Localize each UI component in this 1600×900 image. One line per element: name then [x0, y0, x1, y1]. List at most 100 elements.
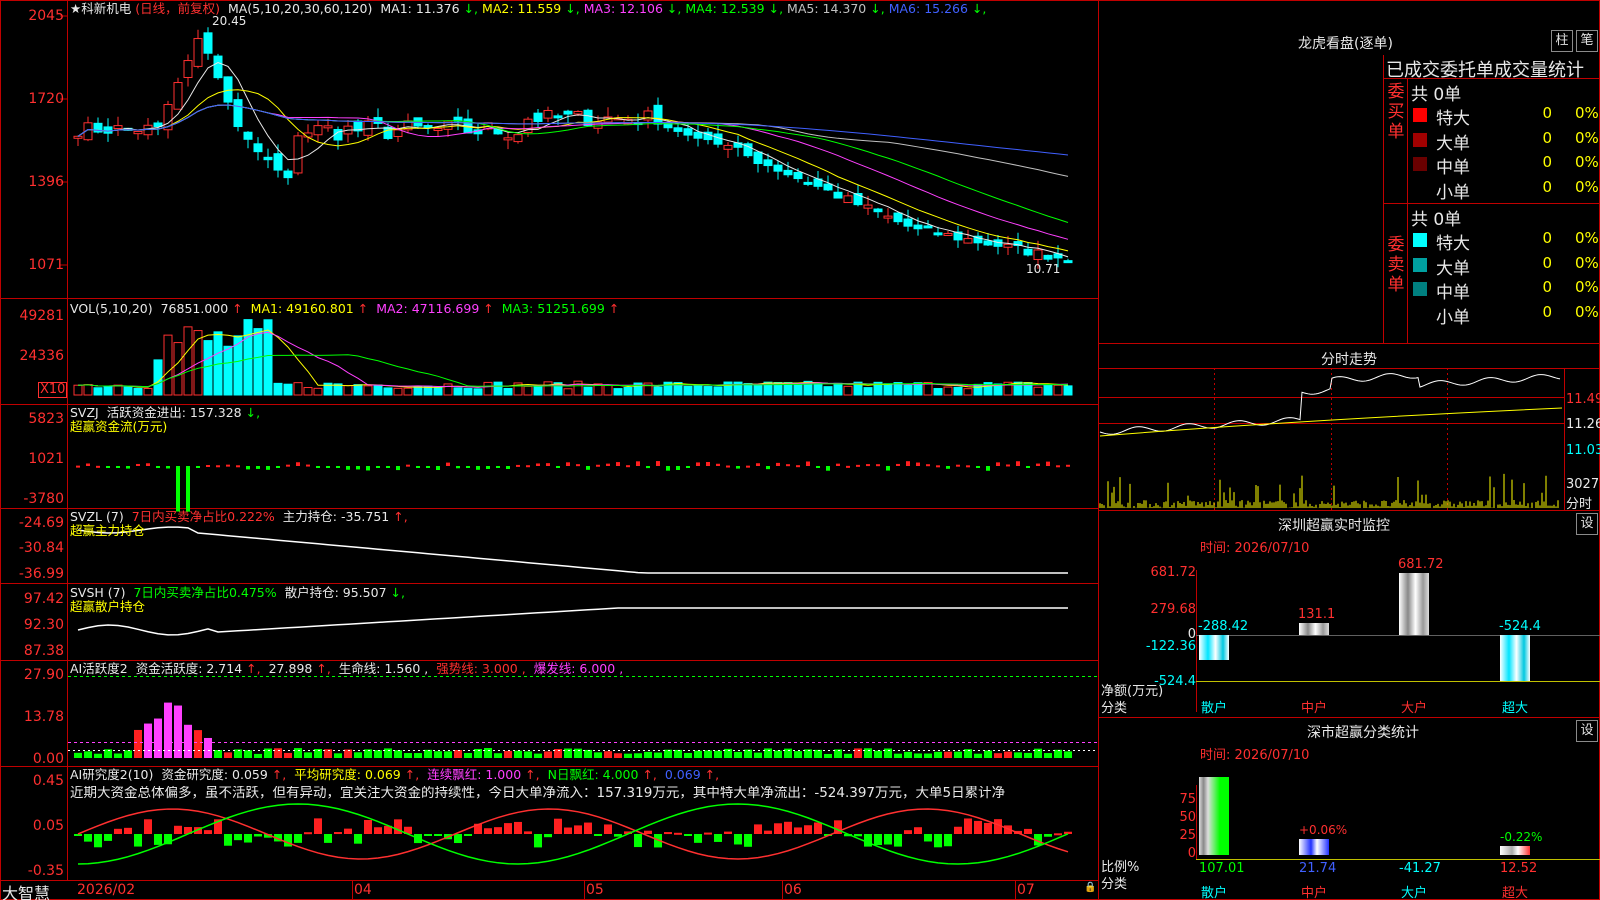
svzj-bar: [416, 466, 420, 468]
ai1-axis-2: 13.78: [23, 709, 64, 725]
svsh-prefix: SVSH (7): [70, 585, 126, 600]
ai2-bar: [814, 822, 822, 834]
svzj-bar: [96, 465, 100, 468]
ai1-bar: [164, 702, 172, 758]
vol-bar: [163, 334, 173, 396]
svzj-bar: [686, 466, 690, 468]
ai2-bar: [104, 834, 112, 841]
sell-side-label: 委卖单: [1387, 235, 1405, 295]
stock-name[interactable]: ★科新机电: [70, 1, 131, 16]
svzj-bar: [826, 466, 830, 471]
svzj-bar: [746, 465, 750, 468]
monitor-bar-label: 131.1: [1298, 607, 1336, 623]
ai1-bar: [414, 753, 422, 758]
monitor-bar-3[interactable]: [1399, 573, 1429, 635]
ai2-bar: [724, 831, 732, 834]
monitor-axis-2: 279.68: [1150, 602, 1197, 617]
classify-bar-2[interactable]: [1299, 839, 1329, 855]
ai1-bar: [774, 750, 782, 758]
vol-bar: [843, 385, 853, 396]
tick-mode-button[interactable]: 笔: [1576, 30, 1598, 52]
svzj-bar: [386, 466, 390, 468]
vol-unit-box[interactable]: X10: [38, 382, 68, 398]
ai1-bar: [634, 753, 642, 758]
classify-pct: -0.22%: [1500, 829, 1543, 844]
classify-bar-1[interactable]: [1199, 777, 1229, 855]
candle-body: [113, 125, 123, 130]
classify-bar-4[interactable]: [1500, 845, 1530, 855]
ai2-bar: [764, 830, 772, 834]
ai2-bar: [94, 834, 102, 848]
svzj-bar: [1006, 464, 1010, 467]
monitor-bar-4[interactable]: [1500, 635, 1530, 681]
ai1-bar: [124, 750, 132, 758]
vol-bar: [573, 380, 583, 396]
ai1-bar: [214, 750, 222, 758]
vol-bar: [813, 383, 823, 396]
monitor-bar-2[interactable]: [1299, 623, 1329, 635]
monitor-settings-button[interactable]: 设: [1576, 513, 1598, 535]
lhb-swatch: [1413, 108, 1427, 122]
candle-body: [923, 225, 933, 229]
svzj-bar: [1066, 464, 1070, 467]
chart-canvas[interactable]: [0, 0, 1600, 900]
lhb-row-pct: 0%: [1575, 278, 1599, 296]
vol-bar: [293, 382, 303, 396]
lhb-row-value: 0: [1542, 177, 1552, 196]
monitor-bar-1[interactable]: [1199, 635, 1229, 661]
candle-body: [693, 131, 703, 139]
lhb-row-pct: 0%: [1575, 128, 1599, 147]
ai2-axis-3: -0.35: [27, 863, 64, 879]
ai1-bar: [974, 753, 982, 758]
ai1-bar: [794, 751, 802, 758]
lhb-row-label: 中单: [1436, 283, 1470, 303]
svzj-bar: [666, 466, 670, 471]
vol-bar: [363, 385, 373, 396]
svzj-bar: [1046, 461, 1050, 466]
ai1-bar: [904, 751, 912, 758]
lhb-row-pct: 0%: [1575, 104, 1599, 122]
candle-body: [793, 171, 803, 180]
low-price-marker: 10.71: [1026, 262, 1061, 276]
svzj-bar: [566, 462, 570, 466]
bar-mode-button[interactable]: 柱: [1551, 30, 1573, 52]
ai1-bar: [644, 751, 652, 758]
ai2-bar: [594, 834, 602, 836]
ai2-bar: [804, 825, 812, 834]
vol-ma3: MA3: 51251.699: [501, 301, 605, 316]
ai1-bar: [284, 752, 292, 758]
candle-body: [933, 232, 943, 236]
lock-icon[interactable]: 🔒: [1084, 882, 1096, 893]
ai1-bar: [864, 748, 872, 758]
ai2-bar: [114, 828, 122, 834]
intraday-vol: 3027: [1566, 477, 1600, 492]
ai1-bar: [144, 723, 152, 758]
app-logo[interactable]: 大智慧: [2, 880, 50, 900]
svzj-bar: [726, 465, 730, 468]
ai1-bar: [704, 750, 712, 758]
vol-header: VOL(5,10,20) 76851.000 ↑ MA1: 49160.801 ↑ …: [70, 301, 620, 316]
vol-bar: [343, 385, 353, 396]
vol-bar: [653, 386, 663, 396]
ai1-bar: [584, 749, 592, 758]
period-label[interactable]: (日线，前复权): [135, 1, 220, 16]
monitor-cat: 大户: [1401, 701, 1428, 716]
ai2-bar: [554, 818, 562, 834]
ai1-bar: [1014, 752, 1022, 758]
svzj-bar: [186, 466, 190, 512]
ma-item-2: MA2: 11.559: [482, 1, 562, 16]
vol-bar: [123, 386, 133, 396]
ai2-bar: [704, 832, 712, 835]
svzj-bar: [606, 463, 610, 466]
svzj-bar: [906, 461, 910, 466]
ai1-bar: [264, 748, 272, 758]
svzj-bar: [616, 462, 620, 466]
lhb-row-pct: 0%: [1575, 229, 1599, 247]
ai1-bar: [944, 751, 952, 758]
ai1-bar: [1054, 749, 1062, 758]
monitor-bar-label: -524.4: [1499, 619, 1541, 634]
ai1-bar: [764, 748, 772, 758]
candle-body: [203, 32, 213, 54]
classify-settings-button[interactable]: 设: [1576, 720, 1598, 742]
ai2-research: 资金研究度: 0.059: [161, 767, 268, 782]
